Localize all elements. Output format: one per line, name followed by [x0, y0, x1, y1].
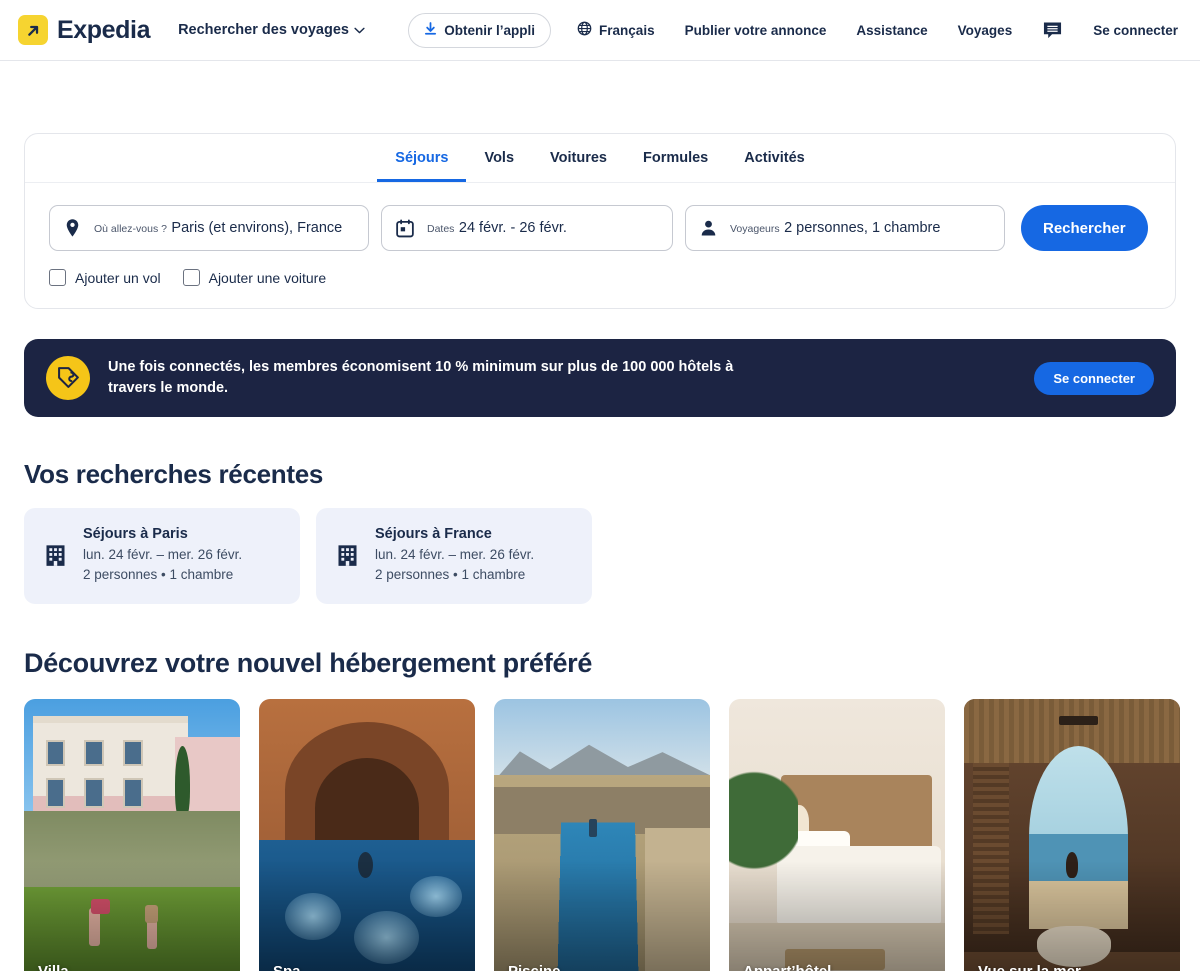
loyalty-tag-icon: [46, 356, 90, 400]
discover-title: Découvrez votre nouvel hébergement préfé…: [24, 647, 593, 678]
destination-text: Où allez-vous ? Paris (et environs), Fra…: [94, 219, 342, 238]
property-card-label: Piscine: [508, 962, 561, 971]
search-tabs: Séjours Vols Voitures Formules Activités: [25, 134, 1175, 183]
recent-searches-list: Séjours à Paris lun. 24 févr. – mer. 26 …: [24, 508, 1176, 604]
destination-value: Paris (et environs), France: [171, 219, 343, 236]
recent-search-guests: 2 personnes • 1 chambre: [375, 567, 526, 583]
chat-bubble-icon[interactable]: [1042, 21, 1063, 40]
header-signin-link[interactable]: Se connecter: [1093, 17, 1178, 44]
tab-activites[interactable]: Activités: [726, 134, 822, 182]
recent-search-title: Séjours à France: [375, 526, 492, 542]
property-card-label: Vue sur la mer: [978, 962, 1081, 971]
property-card-piscine[interactable]: Piscine: [494, 698, 710, 971]
promo-message: Une fois connectés, les membres économis…: [108, 358, 734, 396]
travelers-field[interactable]: Voyageurs 2 personnes, 1 chambre: [685, 205, 1005, 251]
add-car-label: Ajouter une voiture: [208, 269, 327, 286]
expedia-arrow-icon: [18, 15, 48, 45]
recent-search-dates: lun. 24 févr. – mer. 26 févr.: [83, 547, 243, 562]
map-pin-icon: [64, 218, 81, 238]
property-card-label: Spa: [273, 962, 301, 971]
globe-icon: [577, 21, 592, 39]
search-fields: Où allez-vous ? Paris (et environs), Fra…: [25, 183, 1175, 251]
download-icon: [424, 21, 437, 39]
checkbox-box[interactable]: [49, 269, 66, 286]
property-card-spa[interactable]: Spa: [259, 698, 475, 971]
tab-formules[interactable]: Formules: [625, 134, 726, 182]
chevron-down-icon: [354, 22, 365, 38]
card-gradient-overlay: [494, 698, 710, 971]
tab-label: Voitures: [550, 150, 607, 166]
recent-search-details: Séjours à Paris lun. 24 févr. – mer. 26 …: [83, 526, 242, 586]
tab-label: Séjours: [395, 150, 449, 166]
header-link-label: Voyages: [957, 22, 1013, 38]
tab-label: Vols: [484, 150, 515, 166]
nav-search-label: Rechercher des voyages: [178, 22, 349, 38]
language-label: Français: [599, 22, 655, 38]
building-icon: [44, 543, 67, 568]
member-promo-banner: Une fois connectés, les membres économis…: [24, 339, 1176, 417]
recent-search-card-france[interactable]: Séjours à France lun. 24 févr. – mer. 26…: [316, 508, 592, 604]
get-app-button[interactable]: Obtenir l’appli: [408, 12, 552, 48]
recent-search-dates: lun. 24 févr. – mer. 26 févr.: [375, 547, 535, 562]
search-submit-button[interactable]: Rechercher: [1021, 205, 1148, 251]
header-link-label: Publier votre annonce: [684, 22, 827, 38]
card-gradient-overlay: [964, 698, 1180, 971]
tab-sejours[interactable]: Séjours: [377, 134, 467, 182]
nav-search-travel[interactable]: Rechercher des voyages: [178, 22, 365, 38]
dates-label: Dates: [427, 222, 455, 235]
dates-value: 24 févr. - 26 févr.: [458, 219, 567, 236]
calendar-icon: [396, 218, 414, 238]
site-header: Expedia Rechercher des voyages Obtenir l…: [0, 0, 1200, 61]
property-card-vue-sur-la-mer[interactable]: Vue sur la mer: [964, 698, 1180, 971]
recent-search-card-paris[interactable]: Séjours à Paris lun. 24 févr. – mer. 26 …: [24, 508, 300, 604]
destination-label: Où allez-vous ?: [94, 222, 167, 235]
tab-vols[interactable]: Vols: [466, 134, 532, 182]
travelers-text: Voyageurs 2 personnes, 1 chambre: [730, 219, 940, 238]
property-card-apparthotel[interactable]: Appart’hôtel: [729, 698, 945, 971]
person-icon: [700, 219, 717, 237]
tab-voitures[interactable]: Voitures: [532, 134, 625, 182]
language-selector[interactable]: Français: [577, 15, 655, 45]
search-options: Ajouter un vol Ajouter une voiture: [25, 251, 1175, 308]
expedia-logo[interactable]: Expedia: [18, 15, 150, 45]
header-link-trips[interactable]: Voyages: [958, 17, 1013, 44]
dates-field[interactable]: Dates 24 févr. - 26 févr.: [381, 205, 673, 251]
add-flight-label: Ajouter un vol: [75, 269, 161, 286]
header-link-list-property[interactable]: Publier votre annonce: [685, 17, 827, 44]
recent-searches-title: Vos recherches récentes: [24, 459, 324, 489]
recent-search-details: Séjours à France lun. 24 févr. – mer. 26…: [375, 526, 534, 586]
building-icon: [336, 543, 359, 568]
tab-label: Activités: [744, 150, 805, 166]
search-widget: Séjours Vols Voitures Formules Activités…: [24, 133, 1176, 309]
dates-text: Dates 24 févr. - 26 févr.: [427, 219, 567, 238]
destination-field[interactable]: Où allez-vous ? Paris (et environs), Fra…: [49, 205, 369, 251]
page-content: Séjours Vols Voitures Formules Activités…: [0, 133, 1200, 971]
property-card-label: Villa: [38, 962, 69, 971]
card-gradient-overlay: [24, 698, 240, 971]
get-app-label: Obtenir l’appli: [444, 22, 536, 38]
signin-label: Se connecter: [1093, 22, 1178, 38]
property-type-cards: Villa Spa Piscine Appart’hôtel Vue sur l…: [24, 698, 1180, 971]
promo-signin-button[interactable]: Se connecter: [1034, 361, 1154, 395]
property-card-label: Appart’hôtel: [743, 962, 832, 971]
travelers-label: Voyageurs: [730, 222, 780, 235]
checkbox-box[interactable]: [182, 269, 200, 286]
recent-search-title: Séjours à Paris: [83, 526, 188, 542]
recent-search-guests: 2 personnes • 1 chambre: [83, 567, 234, 583]
brand-name: Expedia: [57, 15, 151, 44]
tab-label: Formules: [642, 150, 709, 166]
card-gradient-overlay: [729, 698, 945, 971]
travelers-value: 2 personnes, 1 chambre: [784, 219, 941, 236]
add-flight-checkbox[interactable]: Ajouter un vol: [49, 269, 161, 286]
header-actions: Obtenir l’appli Français Publier votre a…: [408, 12, 1182, 48]
header-link-label: Assistance: [856, 22, 928, 38]
add-car-checkbox[interactable]: Ajouter une voiture: [182, 269, 327, 286]
card-gradient-overlay: [259, 698, 475, 971]
header-link-support[interactable]: Assistance: [856, 17, 927, 44]
property-card-villa[interactable]: Villa: [24, 698, 240, 971]
